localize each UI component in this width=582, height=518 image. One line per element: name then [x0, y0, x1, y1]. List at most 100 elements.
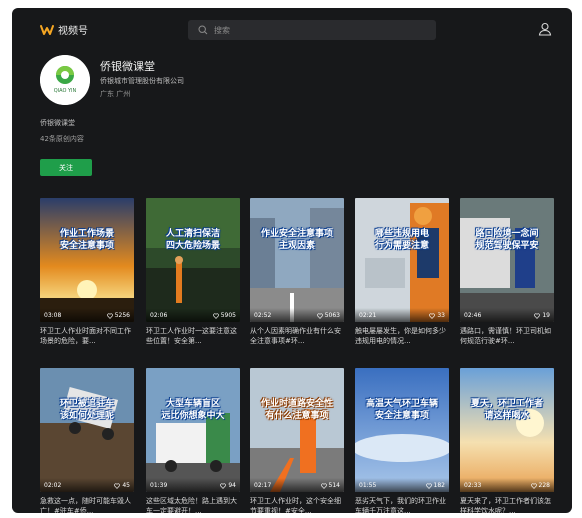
- video-thumbnail[interactable]: 作业工作场景 安全注意事项 03:08 5256: [40, 198, 134, 322]
- video-thumbnail[interactable]: 路口险境一念间 规范驾驶保平安 02:46 19: [460, 198, 554, 322]
- video-duration: 02:02: [44, 482, 62, 489]
- video-likes: 45: [114, 482, 130, 489]
- profile-region: 广东 广州: [100, 90, 131, 98]
- video-meta: 02:52 5063: [250, 308, 344, 322]
- likes-count: 33: [437, 312, 445, 319]
- likes-count: 182: [433, 482, 445, 489]
- video-likes: 514: [320, 482, 340, 489]
- follow-button[interactable]: 关注: [40, 159, 92, 176]
- video-caption[interactable]: 环卫工人作业时一这要注意这些位置！安全第...: [146, 326, 240, 346]
- video-meta: 01:39 94: [146, 478, 240, 492]
- video-thumbnail[interactable]: 作业时道路安全性 有什么注意事项 02:17 514: [250, 368, 344, 492]
- video-meta: 02:17 514: [250, 478, 344, 492]
- video-caption[interactable]: 触电屡屡发生，你是如何多少违规用电的情况...: [355, 326, 449, 346]
- video-caption[interactable]: 环卫工人作业时，这个安全细节要重视！#安全...: [250, 496, 344, 513]
- video-card[interactable]: 路口险境一念间 规范驾驶保平安 02:46 19 遇路口，需谨慎！环卫司机如何规范行驶…: [460, 198, 554, 346]
- likes-count: 5905: [220, 312, 236, 319]
- thumbnail-image: [146, 198, 240, 322]
- video-card[interactable]: 大型车辆盲区 远比你想象中大 01:39 94 这些区域太危险！路上遇到大车一定要避开…: [146, 368, 240, 513]
- search-icon: [198, 25, 208, 35]
- thumbnail-image: [250, 368, 344, 492]
- video-title-overlay: 人工清扫保洁 四大危险场景: [165, 229, 220, 251]
- video-duration: 02:06: [150, 312, 168, 319]
- video-title-overlay: 夏天，环卫工作者 请这样喝水: [470, 399, 543, 421]
- heart-icon: [114, 483, 121, 489]
- video-title-overlay: 大型车辆盲区 远比你想象中大: [161, 399, 225, 421]
- profile-name: 侨银微课堂: [100, 60, 155, 73]
- video-thumbnail[interactable]: 环卫被追驻车 该如何处理呢 02:02 45: [40, 368, 134, 492]
- profile-description: 侨银微课堂: [40, 119, 75, 127]
- video-meta: 02:46 19: [460, 308, 554, 322]
- video-thumbnail[interactable]: 人工清扫保洁 四大危险场景 02:06 5905: [146, 198, 240, 322]
- video-caption[interactable]: 遇路口，需谨慎！环卫司机如何规范行驶#环...: [460, 326, 554, 346]
- video-thumbnail[interactable]: 作业安全注意事项 主观因素 02:52 5063: [250, 198, 344, 322]
- video-thumbnail[interactable]: 大型车辆盲区 远比你想象中大 01:39 94: [146, 368, 240, 492]
- likes-count: 5256: [114, 312, 130, 319]
- likes-count: 94: [228, 482, 236, 489]
- search-bar[interactable]: 搜索: [188, 20, 436, 40]
- app-name: 视频号: [58, 26, 88, 37]
- heart-icon: [220, 483, 227, 489]
- video-caption[interactable]: 环卫工人作业时面对不同工作场景的危险，要...: [40, 326, 134, 346]
- video-likes: 5905: [212, 312, 236, 319]
- likes-count: 514: [328, 482, 340, 489]
- video-title-overlay: 高温天气环卫车辆 安全注意事项: [365, 399, 438, 421]
- video-duration: 02:17: [254, 482, 272, 489]
- video-card[interactable]: 环卫被追驻车 该如何处理呢 02:02 45 急救这一点，随时可能车毁人亡！#驻车#侨…: [40, 368, 134, 513]
- video-meta: 01:55 182: [355, 478, 449, 492]
- video-likes: 228: [530, 482, 550, 489]
- video-card[interactable]: 哪些违规用电 行为需要注意 02:21 33 触电屡屡发生，你是如何多少违规用电的情况…: [355, 198, 449, 346]
- video-card[interactable]: 作业工作场景 安全注意事项 03:08 5256 环卫工人作业时面对不同工作场景的危险…: [40, 198, 134, 346]
- video-duration: 01:55: [359, 482, 377, 489]
- likes-count: 19: [542, 312, 550, 319]
- video-thumbnail[interactable]: 高温天气环卫车辆 安全注意事项 01:55 182: [355, 368, 449, 492]
- video-caption[interactable]: 恶劣天气下，我们的环卫作业车辆千万注意这...: [355, 496, 449, 513]
- heart-icon: [106, 313, 113, 319]
- video-duration: 02:52: [254, 312, 272, 319]
- thumbnail-image: [250, 198, 344, 322]
- video-title-overlay: 作业工作场景 安全注意事项: [59, 229, 114, 251]
- video-meta: 02:02 45: [40, 478, 134, 492]
- video-card[interactable]: 作业安全注意事项 主观因素 02:52 5063 从个人因素明确作业有什么安全注意事项…: [250, 198, 344, 346]
- video-likes: 182: [425, 482, 445, 489]
- video-caption[interactable]: 夏天来了，环卫工作者们该怎样科学饮水呢？...: [460, 496, 554, 513]
- likes-count: 5063: [324, 312, 340, 319]
- heart-icon: [425, 483, 432, 489]
- video-duration: 02:21: [359, 312, 377, 319]
- app-window: 视频号 搜索 QIAO YIN 侨银微课堂 侨银城市管理股份有限公司 广东 广州…: [12, 8, 572, 513]
- thumbnail-image: [40, 198, 134, 322]
- video-thumbnail[interactable]: 哪些违规用电 行为需要注意 02:21 33: [355, 198, 449, 322]
- video-caption[interactable]: 这些区域太危险！路上遇到大车一定要避开！...: [146, 496, 240, 513]
- video-likes: 94: [220, 482, 236, 489]
- video-title-overlay: 作业时道路安全性 有什么注意事项: [260, 399, 333, 421]
- video-card[interactable]: 高温天气环卫车辆 安全注意事项 01:55 182 恶劣天气下，我们的环卫作业车辆千万…: [355, 368, 449, 513]
- video-title-overlay: 哪些违规用电 行为需要注意: [374, 229, 429, 251]
- video-thumbnail[interactable]: 夏天，环卫工作者 请这样喝水 02:33 228: [460, 368, 554, 492]
- likes-count: 228: [538, 482, 550, 489]
- video-likes: 5063: [316, 312, 340, 319]
- heart-icon: [429, 313, 436, 319]
- content-count: 42条原创内容: [40, 135, 84, 143]
- video-card[interactable]: 夏天，环卫工作者 请这样喝水 02:33 228 夏天来了，环卫工作者们该怎样科学饮水…: [460, 368, 554, 513]
- video-card[interactable]: 作业时道路安全性 有什么注意事项 02:17 514 环卫工人作业时，这个安全细节要重…: [250, 368, 344, 513]
- video-card[interactable]: 人工清扫保洁 四大危险场景 02:06 5905 环卫工人作业时一这要注意这些位置！安…: [146, 198, 240, 346]
- video-duration: 02:33: [464, 482, 482, 489]
- heart-icon: [320, 483, 327, 489]
- video-likes: 5256: [106, 312, 130, 319]
- video-likes: 33: [429, 312, 445, 319]
- thumbnail-image: [146, 368, 240, 492]
- video-caption[interactable]: 急救这一点，随时可能车毁人亡！#驻车#侨...: [40, 496, 134, 513]
- heart-icon: [534, 313, 541, 319]
- heart-icon: [530, 483, 537, 489]
- user-icon[interactable]: [538, 22, 552, 36]
- thumbnail-image: [460, 368, 554, 492]
- svg-text:QIAO YIN: QIAO YIN: [54, 88, 77, 94]
- video-meta: 02:21 33: [355, 308, 449, 322]
- heart-icon: [316, 313, 323, 319]
- video-likes: 19: [534, 312, 550, 319]
- search-input[interactable]: 搜索: [214, 25, 230, 36]
- video-duration: 02:46: [464, 312, 482, 319]
- video-caption[interactable]: 从个人因素明确作业有什么安全注意事项#环...: [250, 326, 344, 346]
- brand[interactable]: 视频号: [40, 22, 88, 37]
- thumbnail-image: [355, 368, 449, 492]
